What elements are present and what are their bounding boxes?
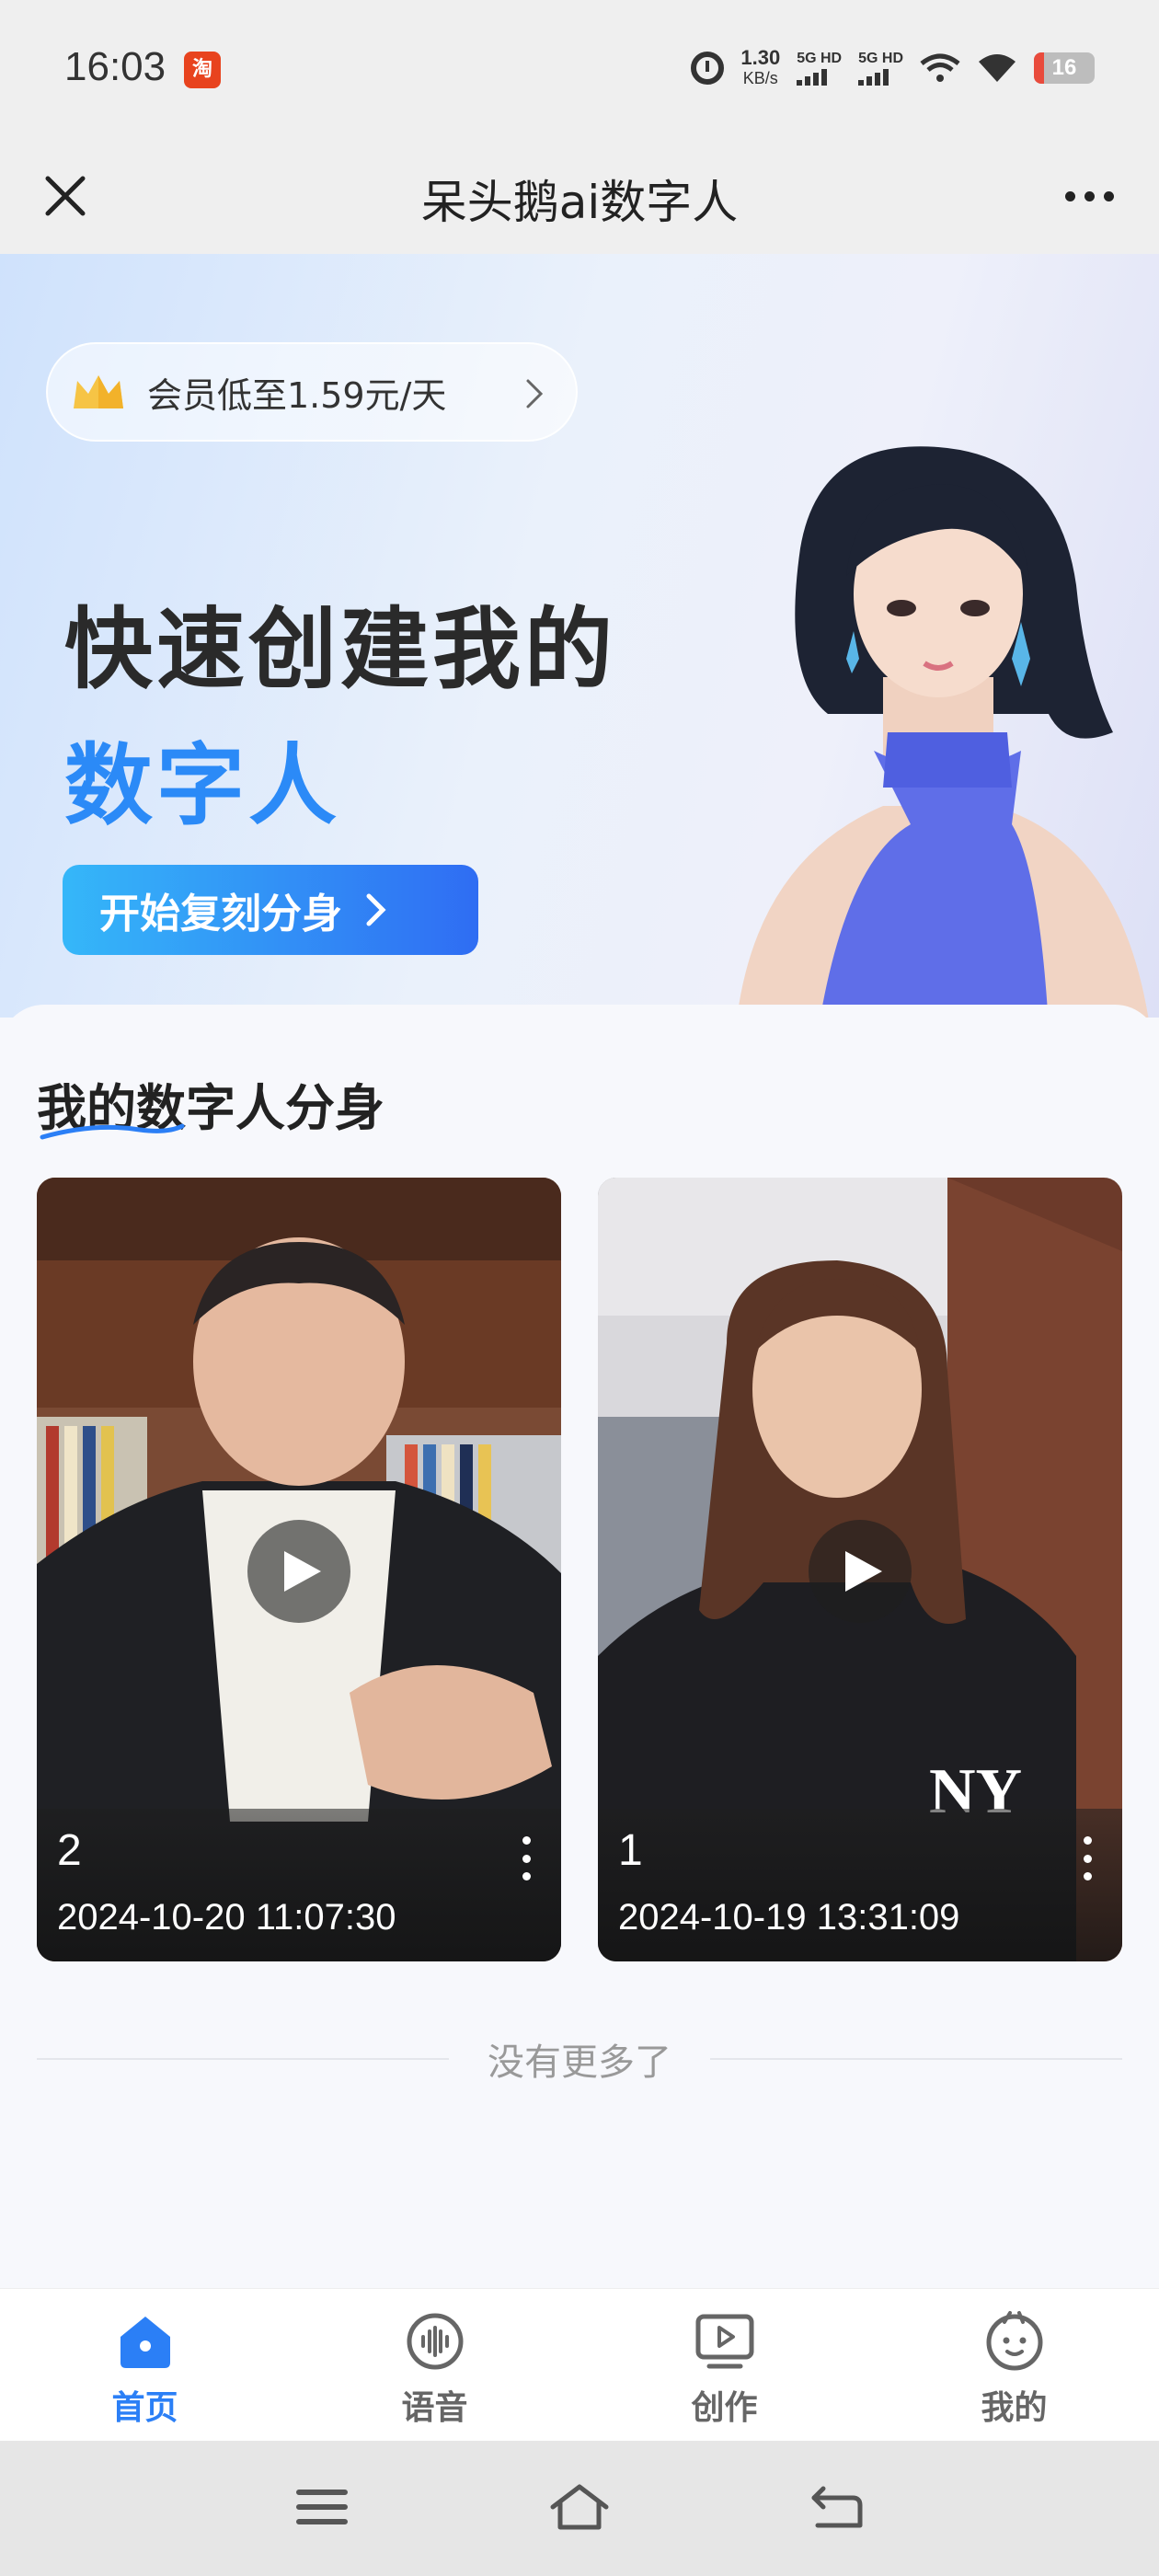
profile-icon [986,2311,1042,2371]
clone-card-info: 1 2024-10-19 13:31:09 [598,1809,1122,1961]
clone-card[interactable]: 2 2024-10-20 11:07:30 [37,1178,561,1961]
hero-banner: 会员低至1.59元/天 快速创建我的 数字人 开始复刻分身 [0,254,1159,1018]
start-clone-button[interactable]: 开始复刻分身 [63,865,478,955]
play-button[interactable] [809,1520,912,1623]
sim2-signal-icon: 5G HD [858,51,903,86]
chevron-right-icon [366,893,386,926]
list-end-divider: 没有更多了 [37,2031,1122,2087]
play-button[interactable] [247,1520,350,1623]
play-icon [845,1551,882,1592]
menu-icon[interactable] [290,2479,354,2535]
page-title: 呆头鹅ai数字人 [420,176,739,229]
taobao-app-icon: 淘 [184,52,221,88]
more-options-icon[interactable] [1052,164,1126,228]
clone-name: 1 [618,1826,643,1875]
system-nav-bar [0,2441,1159,2576]
title-bar: 呆头鹅ai数字人 [0,138,1159,254]
home-system-icon[interactable] [547,2479,612,2535]
nav-item-create[interactable]: 创作 [580,2289,869,2441]
nav-label: 我的 [981,2389,1048,2427]
wifi-hotspot-icon [920,53,960,82]
network-speed-unit: KB/s [742,69,778,87]
nav-label: 首页 [111,2389,178,2427]
battery-icon: 16 [1034,52,1095,84]
create-icon [695,2314,753,2369]
nav-item-voice[interactable]: 语音 [290,2289,580,2441]
network-speed-value: 1.30 [740,46,781,69]
bottom-nav: 首页 语音 创作 我的 [0,2288,1159,2441]
vip-promo-button[interactable]: 会员低至1.59元/天 [46,342,578,442]
sim2-label: 5G HD [858,51,903,66]
back-icon[interactable] [805,2479,869,2535]
start-clone-label: 开始复刻分身 [99,891,342,937]
clone-date: 2024-10-20 11:07:30 [57,1897,396,1938]
network-speed: 1.30 KB/s [740,48,780,88]
voice-icon [407,2313,463,2370]
alarm-icon [691,52,725,85]
clone-name: 2 [57,1826,82,1875]
chevron-right-icon [526,379,544,408]
crown-icon [74,375,123,408]
content-panel: 我的数字人分身 2 2024-10-20 11:07:30 NY 1 2024-… [0,1005,1159,2288]
status-indicators: 1.30 KB/s 5G HD 5G HD 16 [691,48,1095,88]
digital-human-illustration [737,446,1149,1018]
clone-date: 2024-10-19 13:31:09 [618,1897,960,1938]
hero-headline-highlight: 数字人 [64,734,340,837]
play-icon [284,1551,321,1592]
vip-promo-text: 会员低至1.59元/天 [147,374,447,416]
status-time: 16:03 [64,44,166,89]
clone-card[interactable]: NY 1 2024-10-19 13:31:09 [598,1178,1122,1961]
title-underline-decoration [40,1123,185,1140]
hero-headline: 快速创建我的 [64,598,616,701]
home-icon [120,2317,170,2368]
nav-item-profile[interactable]: 我的 [869,2289,1159,2441]
clone-options-icon[interactable] [1076,1836,1098,1880]
clone-card-info: 2 2024-10-20 11:07:30 [37,1809,561,1961]
battery-level: 16 [1051,55,1077,80]
clone-options-icon[interactable] [515,1836,537,1880]
sim1-label: 5G HD [797,51,843,66]
status-bar: 16:03 淘 1.30 KB/s 5G HD 5G HD 16 [0,0,1159,138]
sim1-signal-icon: 5G HD [797,51,842,86]
nav-label: 创作 [691,2389,758,2427]
list-end-text: 没有更多了 [488,2041,671,2084]
nav-label: 语音 [401,2389,468,2427]
nav-item-home[interactable]: 首页 [0,2289,290,2441]
wifi-icon [979,54,1016,82]
